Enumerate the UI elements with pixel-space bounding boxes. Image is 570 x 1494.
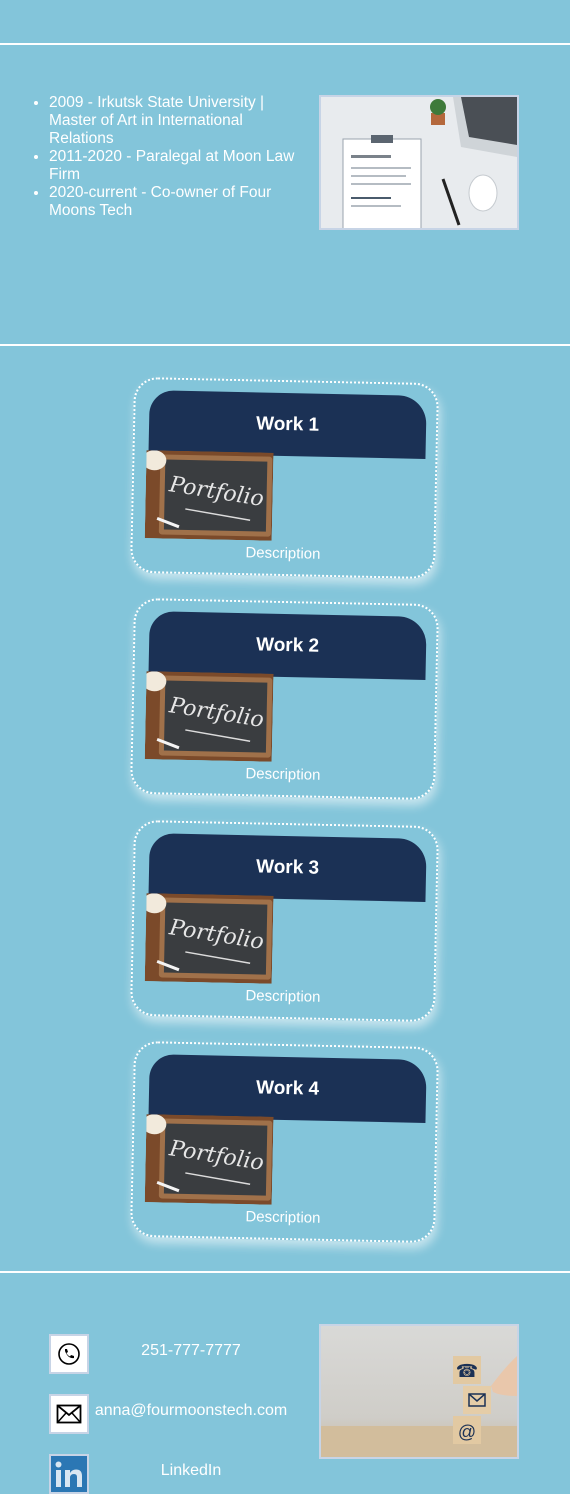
bottom-divider (0, 1271, 570, 1273)
work-card-description: Description (245, 987, 321, 1006)
portfolio-image: Portfolio (144, 450, 274, 541)
work-card-2[interactable]: Work 2 Portfolio Description (129, 597, 440, 801)
linkedin-link[interactable]: LinkedIn (90, 1462, 292, 1480)
phone-icon[interactable] (49, 1334, 89, 1374)
envelope-icon[interactable] (49, 1394, 89, 1434)
work-card-title: Work 2 (148, 611, 427, 680)
phone-number[interactable]: 251-777-7777 (90, 1342, 292, 1360)
work-card-description: Description (245, 1208, 321, 1227)
middle-divider (0, 344, 570, 346)
education-item: 2020-current - Co-owner of Four Moons Te… (49, 184, 300, 220)
contact-blocks-photo: ☎ @ (319, 1324, 519, 1459)
education-item: 2009 - Irkutsk State University | Master… (49, 94, 300, 148)
work-card-3[interactable]: Work 3 Portfolio Description (129, 819, 440, 1023)
linkedin-icon[interactable] (49, 1454, 89, 1494)
portfolio-image: Portfolio (144, 1114, 274, 1205)
work-card-title: Work 1 (148, 390, 427, 459)
education-item: 2011-2020 - Paralegal at Moon Law Firm (49, 148, 300, 184)
portfolio-image: Portfolio (144, 671, 274, 762)
svg-text:@: @ (458, 1422, 476, 1442)
work-card-1[interactable]: Work 1 Portfolio Description (129, 376, 440, 580)
work-card-description: Description (245, 765, 321, 784)
portfolio-image: Portfolio (144, 893, 274, 984)
email-link[interactable]: anna@fourmoonstech.com (90, 1402, 292, 1420)
top-divider (0, 43, 570, 45)
work-card-title: Work 4 (148, 1054, 427, 1123)
svg-text:☎: ☎ (456, 1361, 478, 1381)
education-list: 2009 - Irkutsk State University | Master… (0, 94, 300, 220)
work-card-title: Work 3 (148, 833, 427, 902)
resume-desk-photo (319, 95, 519, 230)
work-card-4[interactable]: Work 4 Portfolio Description (129, 1040, 440, 1244)
work-card-description: Description (245, 544, 321, 563)
